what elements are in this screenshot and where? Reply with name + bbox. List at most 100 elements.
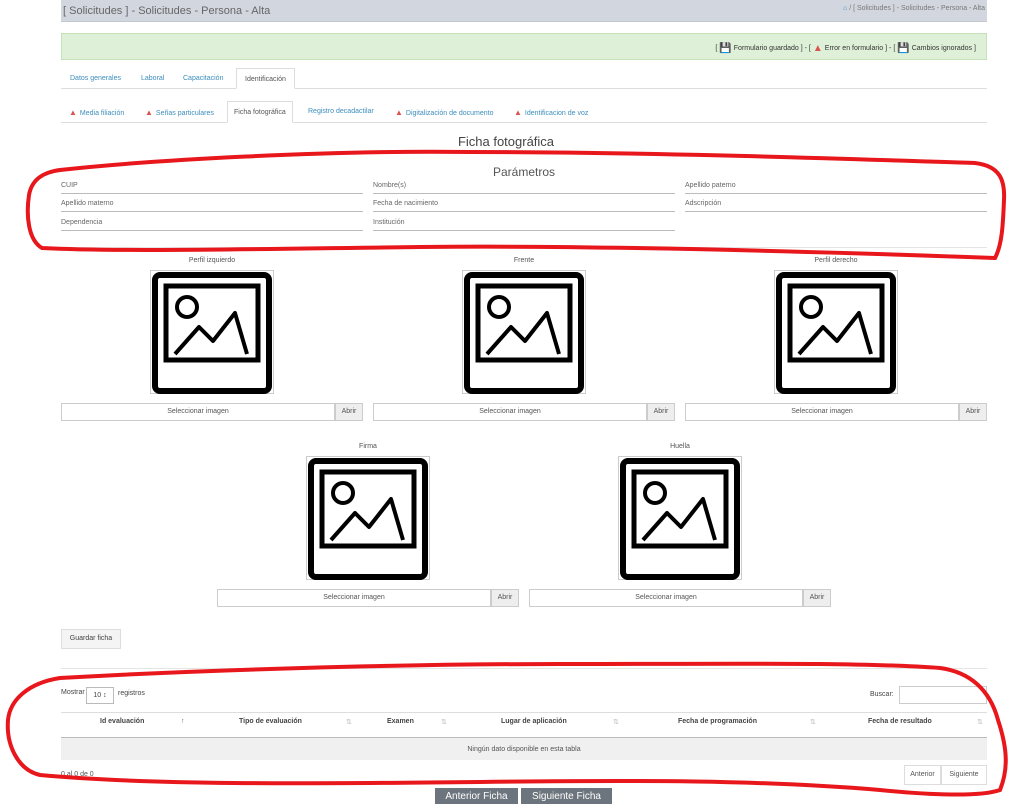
- status-legend: [ 💾 Formulario guardado ] - [ ▲ Error en…: [61, 33, 987, 60]
- tab-identificacion[interactable]: Identificación: [236, 68, 295, 89]
- col-fecha-programacion[interactable]: Fecha de programación: [678, 718, 757, 725]
- prev-page-button[interactable]: Anterior: [904, 765, 941, 785]
- field-apellido-paterno: Apellido paterno: [685, 182, 987, 194]
- col-examen[interactable]: Examen: [387, 718, 414, 725]
- image-placeholder-icon: [308, 458, 428, 580]
- photo-label-firma: Firma: [359, 443, 377, 450]
- photo-perfil-izquierdo[interactable]: [150, 270, 274, 394]
- sub-tabs: ▲ Media filiación ▲ Señas particulares Fic…: [61, 101, 987, 123]
- tab-registro-decadactilar[interactable]: Registro decadactilar: [302, 101, 380, 123]
- page-title: [ Solicitudes ] - Solicitudes - Persona …: [63, 5, 271, 17]
- field-apellido-materno: Apellido materno: [61, 200, 363, 212]
- col-fecha-resultado[interactable]: Fecha de resultado: [868, 718, 932, 725]
- warning-icon: ▲: [69, 108, 77, 117]
- save-ficha-button[interactable]: Guardar ficha: [61, 629, 121, 649]
- page-size-value: 10: [93, 692, 102, 699]
- legend-saved: Formulario guardado: [733, 45, 799, 52]
- photo-label-huella: Huella: [670, 443, 690, 450]
- image-placeholder-icon: [464, 272, 584, 394]
- image-placeholder-icon: [152, 272, 272, 394]
- tab-label: Señas particulares: [155, 110, 214, 117]
- divider: [61, 668, 987, 669]
- legend-bracket: [: [715, 45, 718, 52]
- photo-perfil-derecho[interactable]: [774, 270, 898, 394]
- annotation-outline-table: [5, 661, 1008, 797]
- open-button[interactable]: Abrir: [803, 589, 831, 607]
- legend-ignored: Cambios ignorados: [911, 45, 973, 52]
- photo-frente[interactable]: [462, 270, 586, 394]
- legend-bracket: ] - [: [885, 45, 896, 52]
- col-id-evaluacion[interactable]: Id evaluación: [100, 718, 144, 725]
- photo-label-frente: Frente: [513, 257, 535, 264]
- warning-icon: ▲: [812, 43, 823, 54]
- image-placeholder-icon: [776, 272, 896, 394]
- field-institucion: Institución: [373, 219, 675, 231]
- tab-capacitacion[interactable]: Capacitación: [175, 68, 231, 89]
- tab-media-filiacion[interactable]: ▲ Media filiación: [63, 101, 130, 123]
- sort-asc-icon[interactable]: ↑: [181, 718, 185, 725]
- empty-table-message: Ningún dato disponible en esta tabla: [61, 737, 987, 760]
- records-label: registros: [118, 690, 145, 697]
- table-info: 0 al 0 de 0: [61, 771, 94, 778]
- show-label: Mostrar: [61, 689, 85, 696]
- select-image-button[interactable]: Seleccionar imagen: [217, 589, 491, 607]
- tab-ficha-fotografica[interactable]: Ficha fotográfica: [227, 101, 293, 123]
- select-image-button[interactable]: Seleccionar imagen: [529, 589, 803, 607]
- breadcrumb: ⌂ / [ Solicitudes ] - Solicitudes - Pers…: [843, 5, 985, 12]
- open-button[interactable]: Abrir: [959, 403, 987, 421]
- select-image-button[interactable]: Seleccionar imagen: [373, 403, 647, 421]
- legend-error: Error en formulario: [824, 45, 884, 52]
- open-button[interactable]: Abrir: [335, 403, 363, 421]
- field-adscripcion: Adscripción: [685, 200, 987, 212]
- warning-icon: ▲: [514, 108, 522, 117]
- photo-label-perfil-derecho: Perfil derecho: [814, 257, 858, 264]
- section-title: Ficha fotográfica: [457, 134, 555, 149]
- col-tipo-evaluacion[interactable]: Tipo de evaluación: [239, 718, 302, 725]
- image-placeholder-icon: [620, 458, 740, 580]
- tab-identificacion-voz[interactable]: ▲ Identificacion de voz: [508, 101, 594, 123]
- tab-label: Media filiación: [79, 110, 125, 117]
- prev-ficha-button[interactable]: Anterior Ficha: [435, 788, 518, 804]
- page-size-select[interactable]: 10 ↕: [86, 687, 114, 704]
- table-top-border: [61, 712, 987, 713]
- page-header: [ Solicitudes ] - Solicitudes - Persona …: [61, 0, 987, 22]
- divider: [61, 247, 987, 248]
- photo-firma[interactable]: [306, 456, 430, 580]
- search-input[interactable]: [899, 686, 987, 704]
- legend-bracket: ]: [974, 45, 976, 52]
- sort-icon[interactable]: ⇅: [613, 718, 619, 726]
- breadcrumb-current: [ Solicitudes ] - Solicitudes - Persona …: [853, 5, 985, 12]
- main-tabs: Datos generales Laboral Capacitación Ide…: [61, 68, 987, 89]
- warning-icon: ▲: [145, 108, 153, 117]
- save-ignored-icon: 💾: [897, 43, 910, 54]
- tab-label: Identificacion de voz: [524, 110, 589, 117]
- sort-icon[interactable]: ⇅: [441, 718, 447, 726]
- col-lugar-aplicacion[interactable]: Lugar de aplicación: [501, 718, 567, 725]
- open-button[interactable]: Abrir: [647, 403, 675, 421]
- sort-icon[interactable]: ⇅: [346, 718, 352, 726]
- open-button[interactable]: Abrir: [491, 589, 519, 607]
- tab-label: Digitalización de documento: [405, 110, 494, 117]
- tab-datos-generales[interactable]: Datos generales: [62, 68, 129, 89]
- save-ok-icon: 💾: [719, 43, 732, 54]
- tab-laboral[interactable]: Laboral: [133, 68, 172, 89]
- parametros-title: Parámetros: [492, 165, 556, 179]
- photo-huella[interactable]: [618, 456, 742, 580]
- field-dependencia: Dependencia: [61, 219, 363, 231]
- next-ficha-button[interactable]: Siguiente Ficha: [521, 788, 612, 804]
- legend-bracket: ] - [: [800, 45, 811, 52]
- next-page-button[interactable]: Siguiente: [941, 765, 987, 785]
- home-icon[interactable]: ⌂: [843, 5, 847, 12]
- warning-icon: ▲: [395, 108, 403, 117]
- sort-icon[interactable]: ⇅: [977, 718, 983, 726]
- photo-label-perfil-izquierdo: Perfil izquierdo: [188, 257, 236, 264]
- select-image-button[interactable]: Seleccionar imagen: [685, 403, 959, 421]
- field-fecha-nacimiento: Fecha de nacimiento: [373, 200, 675, 212]
- field-cuip: CUIP: [61, 182, 363, 194]
- tab-senas-particulares[interactable]: ▲ Señas particulares: [139, 101, 220, 123]
- sort-icon[interactable]: ⇅: [810, 718, 816, 726]
- select-image-button[interactable]: Seleccionar imagen: [61, 403, 335, 421]
- field-nombre: Nombre(s): [373, 182, 675, 194]
- tab-digitalizacion[interactable]: ▲ Digitalización de documento: [389, 101, 499, 123]
- search-label: Buscar:: [870, 691, 894, 698]
